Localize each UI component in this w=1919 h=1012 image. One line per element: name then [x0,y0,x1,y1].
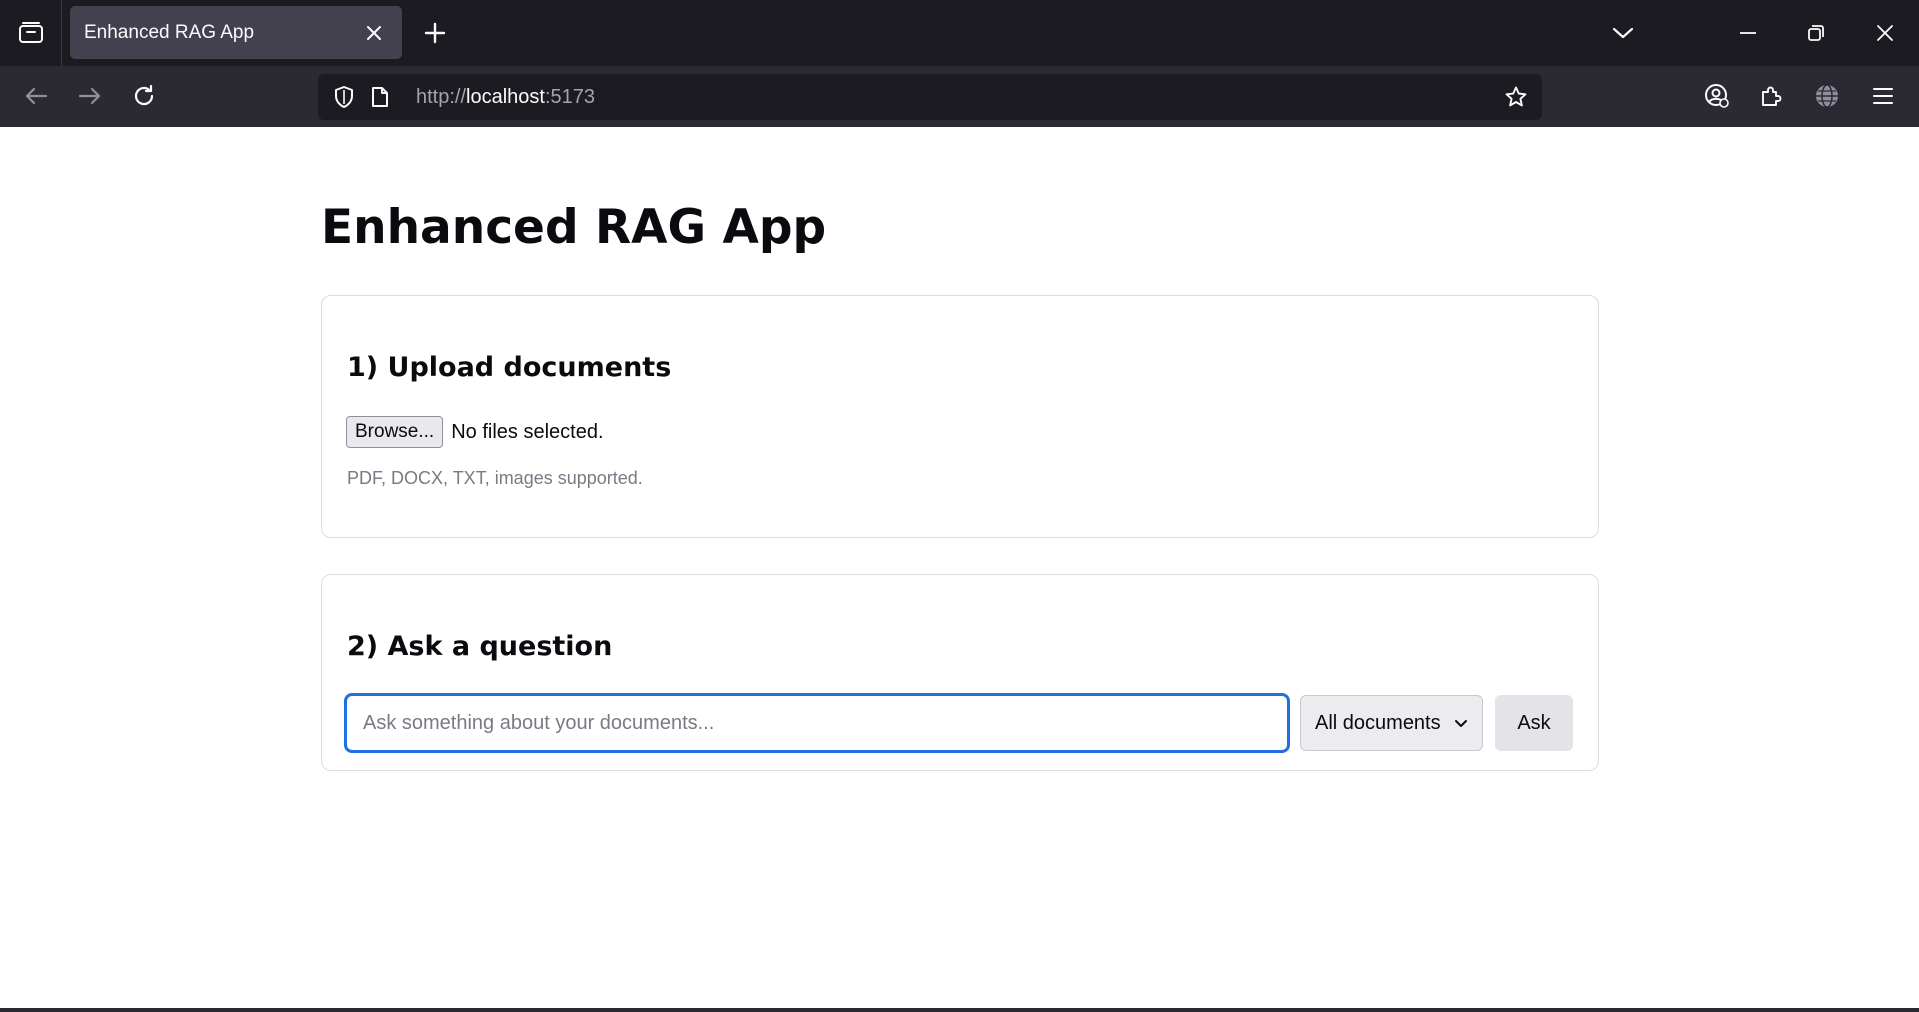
url-host: localhost [466,85,545,108]
ask-row: All documents Ask [344,693,1573,753]
question-input[interactable] [344,693,1290,753]
minimize-icon[interactable] [1726,12,1770,54]
url-bar[interactable]: http://localhost:5173 [318,74,1542,120]
upload-heading: 1) Upload documents [347,352,672,383]
puzzle-icon[interactable] [1751,76,1791,116]
page-icon[interactable] [362,79,398,115]
plus-icon[interactable] [418,16,452,50]
tab-overview-icon[interactable] [0,0,62,66]
star-icon[interactable] [1498,79,1534,115]
ask-button[interactable]: Ask [1495,695,1573,751]
shield-icon[interactable] [326,79,362,115]
file-picker: Browse... No files selected. [346,416,604,448]
window-bottom-edge [0,1008,1919,1012]
hamburger-menu-icon[interactable] [1863,76,1903,116]
forward-arrow-icon[interactable] [70,76,110,116]
globe-icon[interactable] [1807,76,1847,116]
browser-toolbar: http://localhost:5173 [0,66,1919,127]
url-scheme: http:// [416,85,467,108]
document-scope-select[interactable]: All documents [1300,695,1483,751]
back-arrow-icon[interactable] [16,76,56,116]
account-icon[interactable] [1697,76,1737,116]
supported-formats-hint: PDF, DOCX, TXT, images supported. [347,468,643,488]
upload-card: 1) Upload documents Browse... No files s… [321,295,1599,538]
browser-tab-bar: Enhanced RAG App [0,0,1919,66]
chevron-down-icon [1454,712,1468,735]
url-port: :5173 [544,85,596,108]
page-content: Enhanced RAG App 1) Upload documents Bro… [0,127,1919,1008]
close-icon[interactable] [1863,12,1907,54]
page-title: Enhanced RAG App [321,200,827,255]
tab-title: Enhanced RAG App [84,21,255,43]
url-text[interactable]: http://localhost:5173 [416,86,1498,109]
browse-button[interactable]: Browse... [346,416,444,448]
restore-icon[interactable] [1794,12,1838,54]
ask-card: 2) Ask a question All documents Ask [321,574,1599,771]
reload-icon[interactable] [124,76,164,116]
ask-heading: 2) Ask a question [347,631,613,662]
close-icon[interactable] [360,19,388,47]
file-status: No files selected. [451,420,604,443]
browser-tab[interactable]: Enhanced RAG App [70,6,402,59]
chevron-down-icon[interactable] [1601,12,1645,54]
scope-selected-value: All documents [1315,711,1441,734]
